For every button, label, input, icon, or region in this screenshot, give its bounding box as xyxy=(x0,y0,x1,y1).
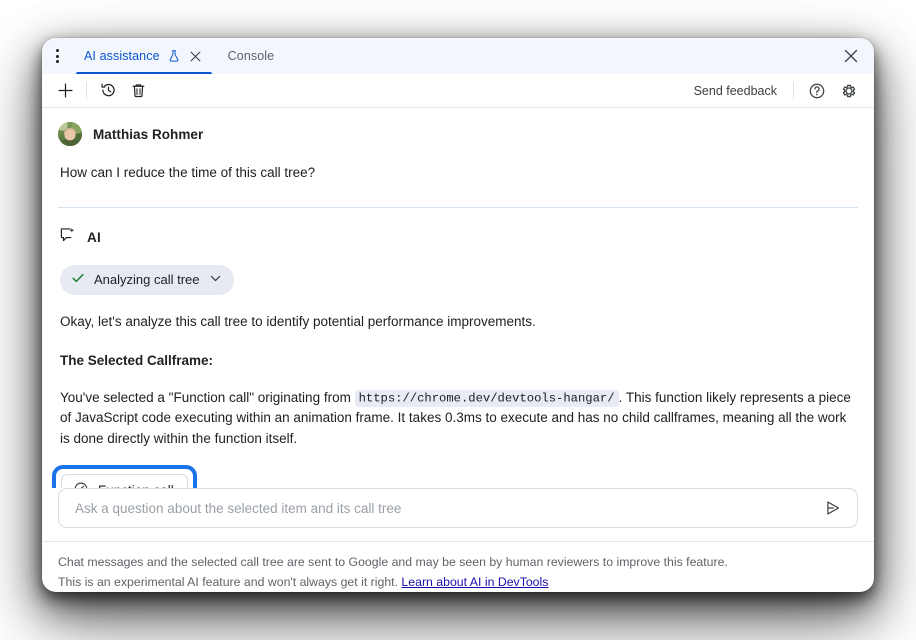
analysis-step-chip[interactable]: Analyzing call tree xyxy=(60,265,234,295)
send-feedback-button[interactable]: Send feedback xyxy=(686,80,785,102)
tab-ai-assistance-label: AI assistance xyxy=(84,49,160,63)
tab-console-label: Console xyxy=(228,49,275,63)
chat-input[interactable] xyxy=(73,500,819,517)
performance-gauge-icon xyxy=(73,481,89,488)
tab-ai-assistance[interactable]: AI assistance xyxy=(72,38,216,74)
tab-close-icon[interactable] xyxy=(188,48,204,64)
learn-about-ai-link[interactable]: Learn about AI in DevTools xyxy=(401,575,548,589)
ai-header: AI xyxy=(58,226,858,250)
context-chip-function-call[interactable]: Function call xyxy=(61,474,188,488)
flask-icon xyxy=(167,49,181,63)
help-button[interactable] xyxy=(802,78,832,104)
toolbar-divider-2 xyxy=(793,82,794,99)
more-tabs-button[interactable] xyxy=(42,38,72,74)
ai-body-paragraph: You've selected a "Function call" origin… xyxy=(58,388,858,450)
gear-icon xyxy=(840,82,858,100)
analysis-step-label: Analyzing call tree xyxy=(94,272,200,287)
input-area xyxy=(42,488,874,528)
new-chat-button[interactable] xyxy=(50,78,80,104)
user-message-text: How can I reduce the time of this call t… xyxy=(58,163,858,183)
devtools-ai-assistance-panel: AI assistance Console xyxy=(42,38,874,592)
ai-section-heading: The Selected Callframe: xyxy=(58,351,858,372)
context-chip-label: Function call xyxy=(98,483,174,488)
disclaimer-line-2: This is an experimental AI feature and w… xyxy=(58,573,858,592)
source-url-code: https://chrome.dev/devtools-hangar/ xyxy=(355,390,619,407)
chat-body: Matthias Rohmer How can I reduce the tim… xyxy=(42,108,874,488)
check-icon xyxy=(71,271,85,288)
disclaimer-line-2-text: This is an experimental AI feature and w… xyxy=(58,575,401,589)
user-name: Matthias Rohmer xyxy=(93,127,203,142)
toolbar: Send feedback xyxy=(42,74,874,108)
history-button[interactable] xyxy=(93,78,123,104)
chevron-down-icon xyxy=(209,272,222,288)
disclaimer-line-1: Chat messages and the selected call tree… xyxy=(58,553,858,572)
ai-name: AI xyxy=(87,230,101,245)
delete-button[interactable] xyxy=(123,78,153,104)
context-chip-focus-ring: Function call xyxy=(52,465,197,488)
ai-sparkle-icon xyxy=(58,226,77,250)
plus-icon xyxy=(57,82,74,99)
send-button[interactable] xyxy=(819,494,847,522)
user-message-block: Matthias Rohmer How can I reduce the tim… xyxy=(58,108,858,183)
three-dots-vertical-icon xyxy=(56,49,59,63)
send-icon xyxy=(824,499,842,517)
ai-body-part-1: You've selected a "Function call" origin… xyxy=(60,390,355,405)
avatar xyxy=(58,122,82,146)
toolbar-right-actions: Send feedback xyxy=(686,78,864,104)
history-icon xyxy=(100,82,117,99)
user-header: Matthias Rohmer xyxy=(58,122,858,146)
tab-console[interactable]: Console xyxy=(216,38,287,74)
help-icon xyxy=(808,82,826,100)
screenshot-stage: AI assistance Console xyxy=(0,0,916,640)
toolbar-divider xyxy=(86,82,87,99)
chat-input-container[interactable] xyxy=(58,488,858,528)
tab-strip-right-actions xyxy=(838,38,874,74)
close-panel-button[interactable] xyxy=(838,43,864,69)
ai-intro-paragraph: Okay, let's analyze this call tree to id… xyxy=(58,312,858,333)
disclaimer: Chat messages and the selected call tree… xyxy=(42,541,874,592)
trash-icon xyxy=(130,82,147,99)
tab-strip: AI assistance Console xyxy=(42,38,874,74)
settings-button[interactable] xyxy=(834,78,864,104)
ai-message-block: AI Analyzing call tree Okay xyxy=(58,208,858,489)
